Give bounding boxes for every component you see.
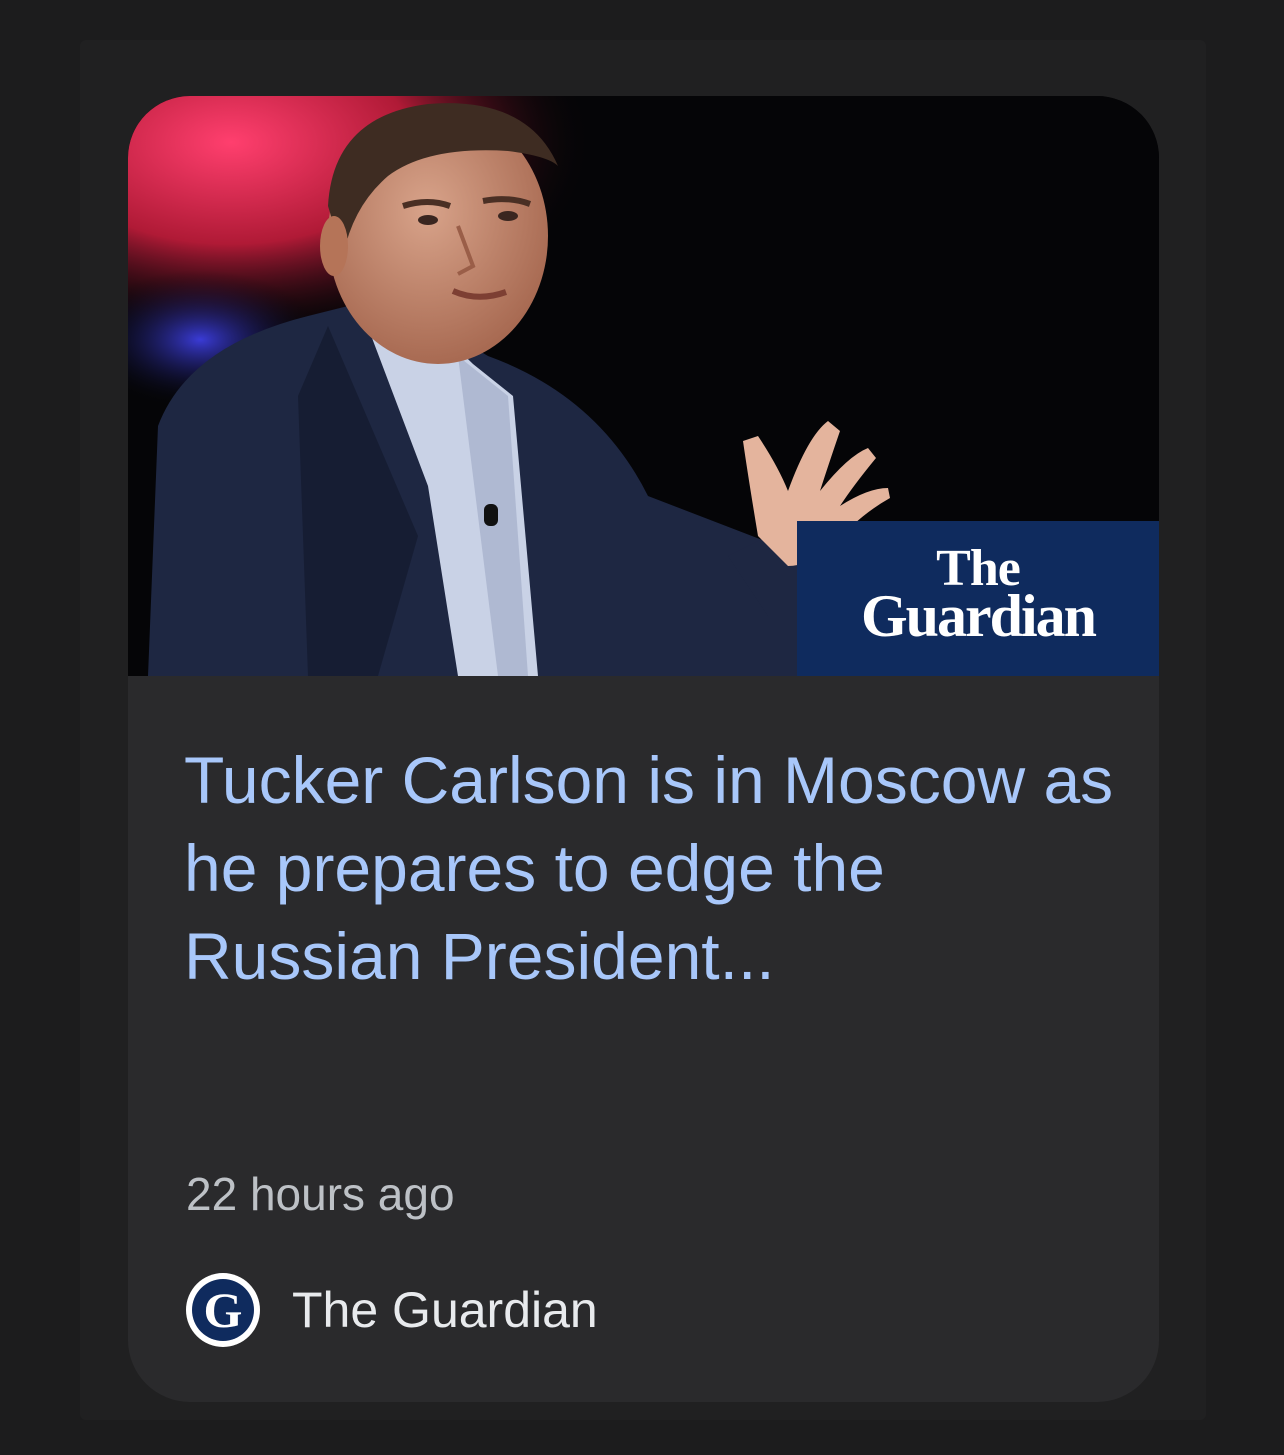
published-time: 22 hours ago xyxy=(186,1168,455,1220)
source-name[interactable]: The Guardian xyxy=(292,1280,598,1340)
headline-link[interactable]: Tucker Carlson is in Moscow as he prepar… xyxy=(184,736,1114,1000)
logo-line-guardian: Guardian xyxy=(860,583,1097,649)
source-row[interactable]: G The Guardian xyxy=(186,1272,598,1348)
news-card[interactable]: The Guardian Tucker Carlson is in Moscow… xyxy=(128,96,1159,1402)
guardian-logo-letter: G xyxy=(192,1279,254,1341)
guardian-logo-icon: G xyxy=(186,1273,260,1347)
news-thumbnail[interactable]: The Guardian xyxy=(128,96,1159,676)
guardian-logo: The Guardian xyxy=(797,521,1159,676)
